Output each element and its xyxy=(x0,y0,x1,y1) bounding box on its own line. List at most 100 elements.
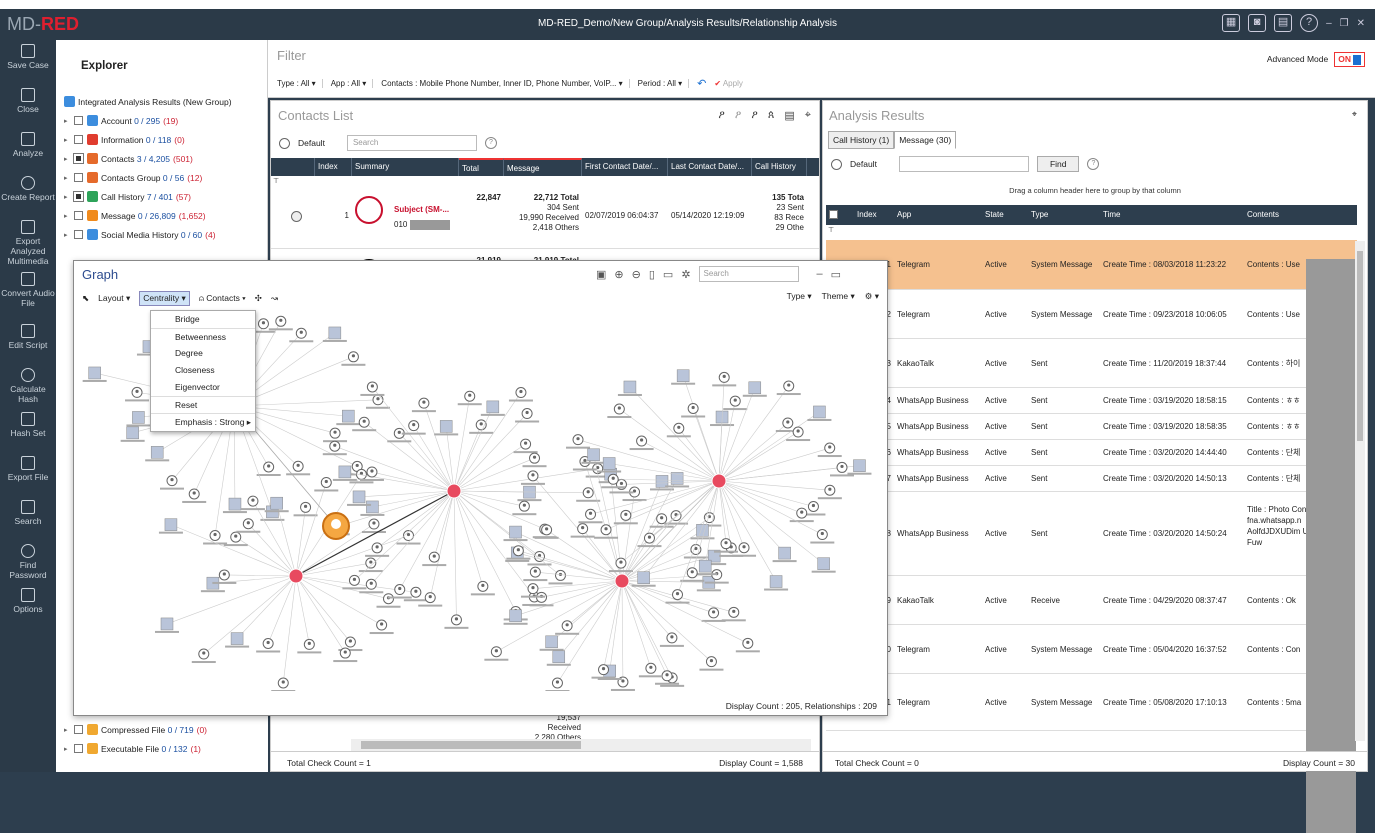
photo-node[interactable] xyxy=(748,381,762,395)
pin-icon[interactable]: ⌖ xyxy=(1352,109,1357,120)
photo-node[interactable] xyxy=(587,448,600,462)
tree-checkbox[interactable] xyxy=(73,153,84,164)
photo-node[interactable] xyxy=(328,326,342,340)
photo-node[interactable] xyxy=(817,557,830,570)
filter-dropdown[interactable]: Type : All ▾ xyxy=(277,79,323,88)
photo-node[interactable] xyxy=(228,497,242,511)
photo-node[interactable] xyxy=(352,490,366,504)
tab-message[interactable]: Message (30) xyxy=(894,131,957,149)
sidebar-item-export-file[interactable]: Export File xyxy=(0,456,56,496)
photo-node[interactable] xyxy=(637,571,650,584)
type-menu[interactable]: Type ▾ xyxy=(787,291,812,302)
photo-node[interactable] xyxy=(342,409,355,423)
sidebar-item-create-report[interactable]: Create Report xyxy=(0,176,56,216)
photo-node[interactable] xyxy=(126,426,139,440)
photo-node[interactable] xyxy=(160,617,174,631)
subject-node[interactable] xyxy=(288,568,304,584)
report-icon[interactable]: ▤ xyxy=(1274,14,1293,32)
sidebar-item-search[interactable]: Search xyxy=(0,500,56,540)
apply-button[interactable]: ✔ Apply xyxy=(714,79,743,88)
path-icon[interactable]: ↝ xyxy=(271,293,278,304)
photo-node[interactable] xyxy=(509,525,522,539)
horizontal-scrollbar[interactable] xyxy=(351,739,811,751)
contacts-group-icon[interactable]: ጰ xyxy=(768,109,775,122)
print-icon[interactable]: ▭ xyxy=(663,268,673,281)
layout-menu[interactable]: Layout ▾ xyxy=(98,293,130,304)
table-row[interactable]: 10TelegramActiveSystem MessageCreate Tim… xyxy=(826,625,1357,674)
centrality-option-eigenvector[interactable]: Eigenvector xyxy=(151,379,255,396)
default-radio[interactable] xyxy=(279,137,290,149)
tree-checkbox[interactable] xyxy=(74,725,83,734)
tree-item[interactable]: ▸ Social Media History 0 / 60 (4) xyxy=(56,225,267,244)
photo-node[interactable] xyxy=(150,446,164,459)
table-row[interactable]: 2 Telegram Active System Message Create Time… xyxy=(826,290,1357,339)
contact-tool-icon[interactable]: ዖ xyxy=(718,109,724,122)
centrality-option-emphasis[interactable]: Emphasis : Strong ▸ xyxy=(151,413,255,430)
photo-node[interactable] xyxy=(698,559,712,573)
sidebar-item-find-password[interactable]: Find Password xyxy=(0,544,56,584)
expand-icon[interactable]: ▸ xyxy=(64,136,74,144)
sidebar-item-options[interactable]: Options xyxy=(0,588,56,628)
centrality-option-degree[interactable]: Degree xyxy=(151,345,255,362)
expand-icon[interactable]: ▸ xyxy=(64,745,74,753)
tab-call-history[interactable]: Call History (1) xyxy=(828,131,895,149)
photo-node[interactable] xyxy=(623,380,637,394)
pin-icon[interactable]: ⌖ xyxy=(805,109,811,122)
photo-node[interactable] xyxy=(366,500,379,514)
tree-item[interactable]: ▸ Contacts Group 0 / 56 (12) xyxy=(56,168,267,187)
photo-node[interactable] xyxy=(778,546,791,560)
filter-dropdown[interactable]: App : All ▾ xyxy=(331,79,374,88)
case-icon[interactable]: ◙ xyxy=(1248,14,1267,32)
table-row[interactable]: 9 KakaoTalk Active Receive Create Time : 04/… xyxy=(826,576,1357,625)
restore-button[interactable]: ▭ xyxy=(831,268,841,281)
select-tool-icon[interactable]: ⬉ xyxy=(82,293,89,304)
table-row[interactable]: 5 WhatsApp Business Active Sent Create Time … xyxy=(826,414,1357,440)
tree-item[interactable]: ▸ Compressed File 0 / 719 (0) xyxy=(56,720,268,739)
photo-node[interactable] xyxy=(230,632,244,645)
minimize-button[interactable]: – xyxy=(1326,18,1332,29)
help-icon[interactable]: ? xyxy=(1087,158,1100,170)
photo-node[interactable] xyxy=(769,575,783,588)
photo-node[interactable] xyxy=(676,369,690,382)
graph-search-input[interactable]: Search xyxy=(698,266,799,282)
export-icon[interactable]: ▤ xyxy=(784,109,794,122)
photo-node[interactable] xyxy=(602,457,616,470)
photo-node[interactable] xyxy=(270,496,283,510)
default-radio[interactable] xyxy=(831,158,842,170)
table-row[interactable]: 11TelegramActiveSystem MessageCreate Tim… xyxy=(826,674,1357,731)
help-icon[interactable]: ? xyxy=(484,137,497,149)
sidebar-item-edit-script[interactable]: Edit Script xyxy=(0,324,56,364)
restore-button[interactable]: ❐ xyxy=(1340,18,1349,29)
expand-icon[interactable]: ▸ xyxy=(64,231,74,239)
sidebar-item-export-analyzed-multimedia[interactable]: Export Analyzed Multimedia xyxy=(0,220,56,268)
photo-node[interactable] xyxy=(164,518,178,531)
photo-node[interactable] xyxy=(338,465,352,479)
tree-checkbox[interactable] xyxy=(74,211,83,220)
table-row[interactable]: 1 Telegram Active System Message Create Time… xyxy=(826,240,1357,290)
sidebar-item-save-case[interactable]: Save Case xyxy=(0,44,56,84)
advanced-mode-toggle[interactable]: ON xyxy=(1334,52,1365,67)
sidebar-item-calculate-hash[interactable]: Calculate Hash xyxy=(0,368,56,408)
centrality-menu[interactable]: Centrality ▾ xyxy=(139,291,190,306)
expand-icon[interactable]: ▸ xyxy=(64,193,74,201)
filter-row-icon[interactable]: ⊤ xyxy=(828,226,834,234)
table-row[interactable]: 3 KakaoTalk Active Sent Create Time : 11/20/… xyxy=(826,339,1357,388)
gear-icon[interactable]: ⚙ ▾ xyxy=(865,291,879,302)
column-header[interactable] xyxy=(271,158,315,176)
tree-checkbox[interactable] xyxy=(74,744,83,753)
contact-tool2-icon[interactable]: ዖ xyxy=(735,109,741,122)
tree-checkbox[interactable] xyxy=(74,230,83,239)
tree-checkbox[interactable] xyxy=(74,135,83,144)
photo-node[interactable] xyxy=(132,411,145,424)
tree-item[interactable]: ▸ Executable File 0 / 132 (1) xyxy=(56,739,268,758)
theme-menu[interactable]: Theme ▾ xyxy=(822,291,855,302)
tree-item[interactable]: ▸ Contacts 3 / 4,205 (501) xyxy=(56,149,267,168)
table-row[interactable]: 6 WhatsApp Business Active Sent Create Time … xyxy=(826,440,1357,466)
tree-item[interactable]: ▸ Account 0 / 295 (19) xyxy=(56,111,267,130)
tree-checkbox[interactable] xyxy=(73,191,84,202)
subject-node[interactable] xyxy=(614,573,630,589)
zoom-in-icon[interactable]: ⊕ xyxy=(614,268,623,281)
tree-checkbox[interactable] xyxy=(74,173,83,182)
table-row[interactable]: 7 WhatsApp Business Active Sent Create Time … xyxy=(826,466,1357,492)
contacts-search-input[interactable]: Search xyxy=(346,135,477,151)
